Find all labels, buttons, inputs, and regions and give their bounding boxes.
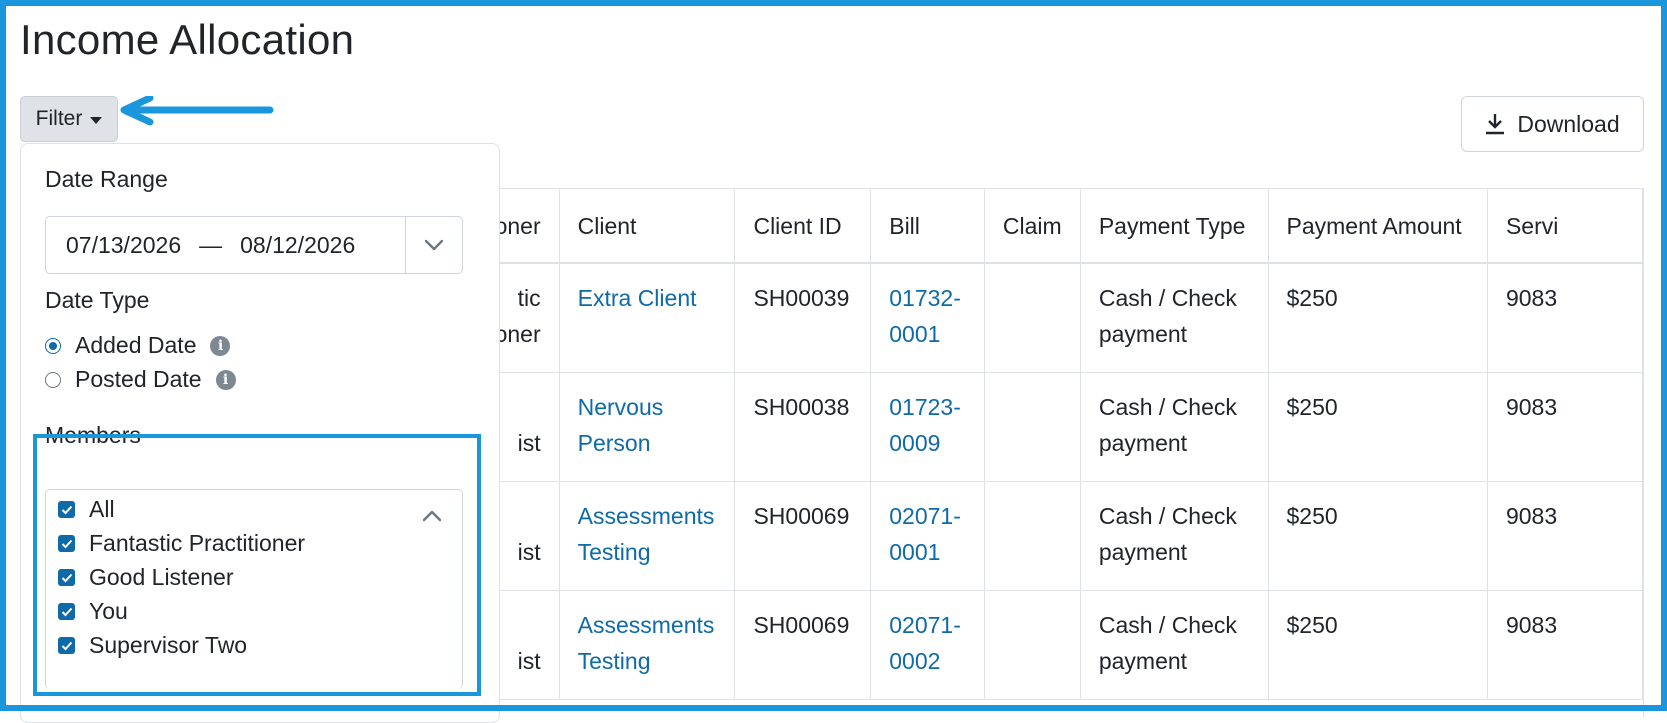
bill-link[interactable]: 02071- 0002	[889, 612, 961, 674]
payment-type-cell: Cash / Check payment	[1080, 372, 1269, 482]
info-icon[interactable]: i	[210, 335, 231, 356]
filter-button[interactable]: Filter	[20, 96, 118, 142]
bill-link[interactable]: 01723- 0009	[889, 394, 961, 456]
date-picker-divider	[405, 217, 406, 273]
payment-type-cell: Cash / Check payment	[1080, 481, 1269, 591]
date-type-label: Date Type	[45, 287, 150, 313]
claim-cell	[984, 481, 1081, 591]
payment-amount-cell: $250	[1268, 372, 1488, 482]
filter-panel: Date Range 07/13/2026 — 08/12/2026 Date …	[20, 143, 500, 723]
client-id-cell: SH00069	[734, 590, 872, 700]
page-title: Income Allocation	[20, 16, 355, 63]
caret-down-icon	[90, 116, 103, 124]
date-range-picker[interactable]: 07/13/2026 — 08/12/2026	[45, 216, 463, 274]
download-button[interactable]: Download	[1461, 96, 1644, 152]
annotation-arrow-icon	[120, 96, 274, 126]
radio-button[interactable]	[45, 371, 61, 388]
members-highlight-box	[33, 434, 481, 696]
client-link[interactable]: Assessments Testing	[578, 503, 715, 565]
bill-link[interactable]: 02071- 0001	[889, 503, 961, 565]
radio-label: Added Date	[75, 332, 197, 358]
service-cell: 9083	[1487, 263, 1643, 373]
payment-type-cell: Cash / Check payment	[1080, 263, 1269, 373]
date-separator: —	[199, 231, 223, 258]
column-header-payment-amount[interactable]: Payment Amount	[1268, 189, 1488, 264]
chevron-down-icon[interactable]	[422, 233, 446, 257]
claim-cell	[984, 372, 1081, 482]
column-header-client-id[interactable]: Client ID	[734, 189, 872, 264]
payment-amount-cell: $250	[1268, 481, 1488, 591]
payment-amount-cell: $250	[1268, 590, 1488, 700]
info-icon[interactable]: i	[215, 369, 236, 390]
radio-button[interactable]	[45, 337, 61, 354]
column-header-service[interactable]: Servi	[1487, 189, 1643, 264]
column-header-payment-type[interactable]: Payment Type	[1080, 189, 1269, 264]
filter-button-label: Filter	[35, 107, 83, 130]
download-icon	[1486, 114, 1505, 135]
payment-type-cell: Cash / Check payment	[1080, 590, 1269, 700]
column-header-client[interactable]: Client	[559, 189, 736, 264]
radio-added-date[interactable]: Added Date i	[45, 332, 231, 359]
claim-cell	[984, 263, 1081, 373]
client-link[interactable]: Extra Client	[578, 285, 697, 311]
service-cell: 9083	[1487, 481, 1643, 591]
download-button-label: Download	[1517, 110, 1620, 137]
date-start-value[interactable]: 07/13/2026	[66, 232, 181, 259]
client-link[interactable]: Nervous Person	[578, 394, 664, 456]
claim-cell	[984, 590, 1081, 700]
bill-link[interactable]: 01732- 0001	[889, 285, 961, 347]
column-header-claim[interactable]: Claim	[984, 189, 1081, 264]
radio-posted-date[interactable]: Posted Date i	[45, 366, 236, 393]
client-link[interactable]: Assessments Testing	[578, 612, 715, 674]
column-header-bill[interactable]: Bill	[870, 189, 985, 264]
radio-label: Posted Date	[75, 366, 202, 392]
date-end-value[interactable]: 08/12/2026	[240, 232, 355, 259]
payment-amount-cell: $250	[1268, 263, 1488, 373]
client-id-cell: SH00038	[734, 372, 872, 482]
date-range-label: Date Range	[45, 166, 168, 192]
client-id-cell: SH00039	[734, 263, 872, 373]
client-id-cell: SH00069	[734, 481, 872, 591]
service-cell: 9083	[1487, 590, 1643, 700]
service-cell: 9083	[1487, 372, 1643, 482]
